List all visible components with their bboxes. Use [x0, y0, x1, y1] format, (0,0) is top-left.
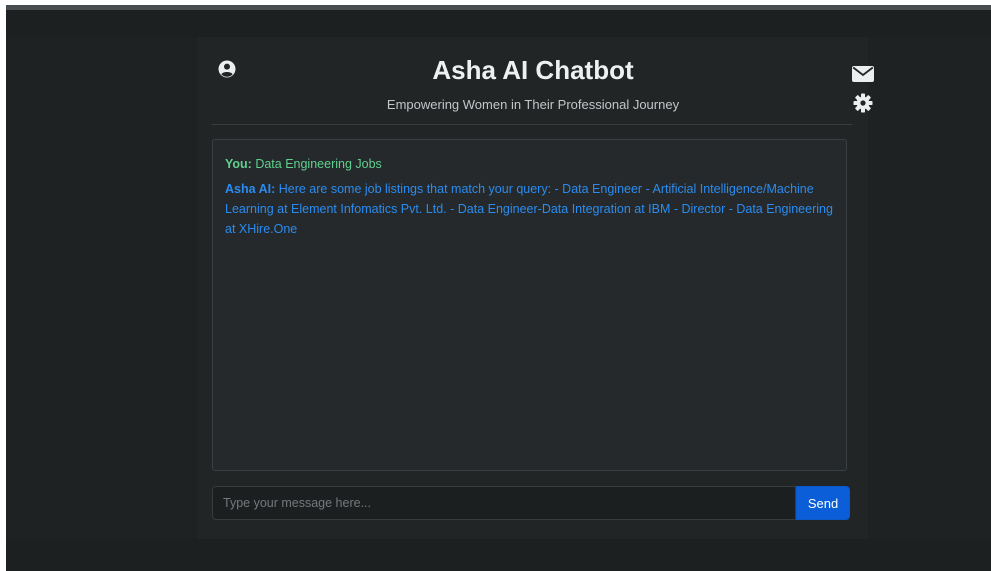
app-window: Asha AI Chatbot Empowering Women in Thei… — [6, 5, 991, 571]
message-speaker: You: — [225, 157, 252, 171]
header-divider — [212, 124, 852, 125]
bot-message: Asha AI: Here are some job listings that… — [225, 179, 834, 239]
chat-history[interactable]: You: Data Engineering Jobs Asha AI: Here… — [212, 139, 847, 471]
chat-header: Asha AI Chatbot Empowering Women in Thei… — [198, 37, 874, 127]
page-subtitle: Empowering Women in Their Professional J… — [386, 97, 680, 112]
send-button[interactable]: Send — [796, 486, 850, 520]
page-title: Asha AI Chatbot — [432, 55, 634, 85]
user-message: You: Data Engineering Jobs — [225, 154, 834, 174]
chat-card: Asha AI Chatbot Empowering Women in Thei… — [198, 37, 874, 539]
gear-icon[interactable] — [853, 93, 873, 113]
message-text: Data Engineering Jobs — [251, 157, 382, 171]
message-composer: Send — [212, 486, 850, 520]
top-strip — [6, 5, 991, 10]
message-speaker: Asha AI: — [225, 182, 276, 196]
message-input[interactable] — [212, 486, 796, 520]
mail-icon[interactable] — [852, 66, 874, 82]
page-body: Asha AI Chatbot Empowering Women in Thei… — [6, 37, 991, 539]
message-text: Here are some job listings that match yo… — [225, 182, 833, 236]
